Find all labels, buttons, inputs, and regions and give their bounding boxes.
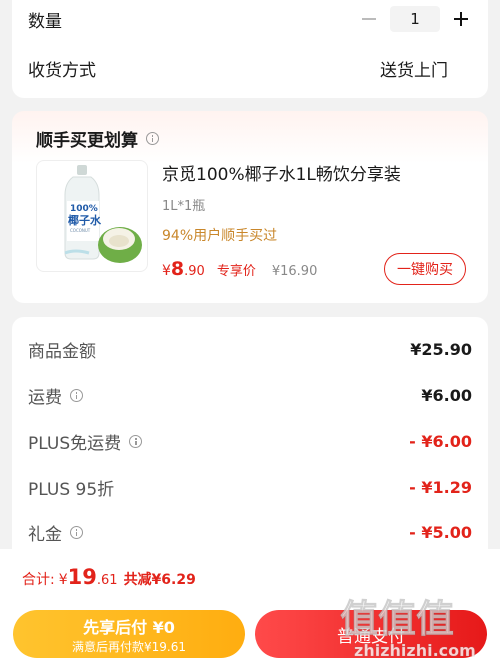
quantity-stepper: 1 bbox=[358, 6, 472, 32]
summary-label: PLUS免运费 bbox=[28, 434, 122, 454]
coconut-water-bottle-icon: 100% 椰子水 COCONUT bbox=[64, 165, 142, 263]
info-icon[interactable] bbox=[146, 132, 159, 145]
summary-value: - ¥1.29 bbox=[409, 478, 472, 497]
delivery-value[interactable]: 送货上门 bbox=[380, 56, 448, 81]
minus-icon[interactable] bbox=[358, 8, 380, 30]
delivery-label: 收货方式 bbox=[28, 61, 96, 81]
summary-row-plus-free-shipping: PLUS免运费 - ¥6.00 bbox=[28, 429, 472, 454]
summary-label-wrap: PLUS免运费 bbox=[28, 429, 143, 454]
svg-text:COCONUT: COCONUT bbox=[70, 228, 91, 233]
summary-label: 礼金 bbox=[28, 525, 62, 545]
order-options-card: 数量 1 收货方式 送货上门 bbox=[12, 0, 488, 98]
promo-card: 顺手买更划算 100% 椰子水 COCONUT 京觅100%椰子水1L畅饮分享装… bbox=[12, 111, 488, 303]
svg-text:椰子水: 椰子水 bbox=[68, 213, 102, 227]
original-price: ¥16.90 bbox=[271, 264, 318, 279]
total-decimal: .61 bbox=[96, 573, 118, 588]
info-icon[interactable] bbox=[70, 526, 83, 539]
pay-later-main: 先享后付 ¥0 bbox=[83, 617, 175, 637]
summary-row-shipping: 运费 ¥6.00 bbox=[28, 383, 472, 408]
summary-value: ¥6.00 bbox=[421, 386, 472, 405]
total-integer: 19 bbox=[67, 565, 97, 589]
pay-later-button[interactable]: 先享后付 ¥0 满意后再付款¥19.61 bbox=[13, 610, 245, 658]
summary-value: - ¥5.00 bbox=[409, 523, 472, 542]
price-decimal: .90 bbox=[184, 264, 205, 279]
product-image[interactable]: 100% 椰子水 COCONUT bbox=[36, 160, 148, 272]
info-icon[interactable] bbox=[129, 435, 143, 448]
quantity-row: 数量 1 bbox=[28, 6, 472, 32]
summary-row-plus-discount: PLUS 95折 - ¥1.29 bbox=[28, 475, 472, 500]
normal-pay-button[interactable]: 普通支付 bbox=[255, 610, 487, 658]
info-icon[interactable] bbox=[70, 389, 83, 402]
total-currency: ¥ bbox=[58, 572, 68, 588]
promo-title-text: 顺手买更划算 bbox=[36, 131, 138, 151]
price-summary-card: 商品金额 ¥25.90 运费 ¥6.00 PLUS免运费 - ¥6.00 PLU… bbox=[12, 317, 488, 577]
product-name[interactable]: 京觅100%椰子水1L畅饮分享装 bbox=[162, 160, 401, 185]
promo-title: 顺手买更划算 bbox=[36, 126, 159, 151]
summary-label-wrap: 运费 bbox=[28, 383, 83, 408]
pay-later-sub: 满意后再付款¥19.61 bbox=[72, 639, 186, 654]
quantity-input[interactable]: 1 bbox=[390, 6, 440, 32]
delivery-row[interactable]: 收货方式 送货上门 bbox=[28, 56, 472, 81]
summary-label: 运费 bbox=[28, 388, 62, 408]
svg-text:100%: 100% bbox=[70, 204, 98, 214]
summary-row-goods-amount: 商品金额 ¥25.90 bbox=[28, 337, 472, 362]
one-click-buy-button[interactable]: 一键购买 bbox=[384, 253, 466, 285]
order-total: 合计: ¥ 19 .61 共减¥6.29 bbox=[22, 565, 196, 589]
price-currency: ¥ bbox=[162, 263, 171, 279]
plus-icon[interactable] bbox=[450, 8, 472, 30]
summary-label: 商品金额 bbox=[28, 342, 96, 362]
summary-value: - ¥6.00 bbox=[409, 432, 472, 451]
total-saved: 共减¥6.29 bbox=[123, 572, 196, 588]
summary-label: PLUS 95折 bbox=[28, 480, 115, 500]
total-label: 合计: bbox=[22, 572, 55, 588]
exclusive-price-label: 专享价 bbox=[216, 264, 256, 279]
summary-row-gift-money: 礼金 - ¥5.00 bbox=[28, 520, 472, 545]
product-rating: 94%用户顺手买过 bbox=[162, 228, 278, 244]
quantity-label: 数量 bbox=[28, 11, 62, 32]
product-price: ¥8.90 专享价 ¥16.90 bbox=[162, 258, 317, 280]
product-spec: 1L*1瓶 bbox=[162, 199, 206, 214]
summary-label-wrap: 礼金 bbox=[28, 520, 83, 545]
summary-value: ¥25.90 bbox=[410, 340, 472, 359]
price-integer: 8 bbox=[170, 258, 185, 280]
